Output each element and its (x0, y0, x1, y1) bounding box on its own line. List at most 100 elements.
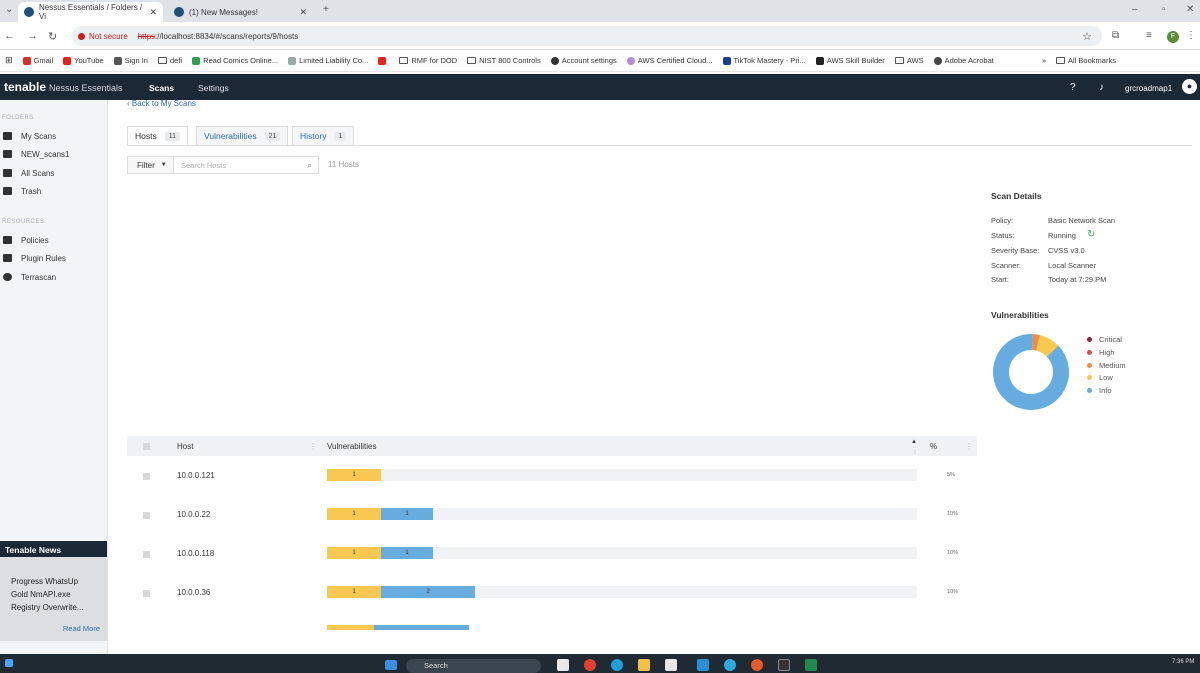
vulnerability-bar[interactable]: 12 (327, 586, 917, 598)
extensions-icon[interactable]: ⧉ (1112, 30, 1119, 41)
tenable-logo[interactable]: tenable Nessus Essentials (4, 80, 123, 94)
widgets-icon[interactable] (5, 659, 13, 667)
table-row-partial[interactable] (127, 618, 977, 630)
low-segment[interactable]: 1 (327, 586, 381, 598)
restore-icon[interactable]: ▫ (1162, 4, 1166, 15)
menu-icon[interactable]: ⋮ (1186, 30, 1196, 41)
vulnerability-bar[interactable]: 11 (327, 547, 917, 559)
column-header-percent[interactable]: % (930, 442, 937, 451)
host-ip[interactable]: 10.0.0.121 (177, 471, 215, 480)
app-icon[interactable] (751, 659, 763, 671)
windows-start-icon[interactable] (385, 660, 397, 670)
select-all-checkbox[interactable] (143, 443, 150, 450)
column-resize-handle[interactable]: ⋮ (965, 442, 973, 451)
vulnerability-bar[interactable]: 11 (327, 508, 917, 520)
taskview-icon[interactable] (557, 659, 569, 671)
bookmark-item[interactable]: Limited Liability Co... (288, 56, 368, 65)
all-bookmarks[interactable]: All Bookmarks (1056, 56, 1116, 65)
sidebar-item-plugin-rules[interactable]: Plugin Rules (0, 250, 108, 266)
low-segment[interactable]: 1 (327, 547, 381, 559)
sidebar-item-new-scans1[interactable]: NEW_scans1 (0, 146, 108, 162)
taskbar-search[interactable]: Search (406, 659, 541, 673)
reload-icon[interactable]: ↻ (48, 30, 57, 43)
sidebar-item-policies[interactable]: Policies (0, 232, 108, 248)
sidebar-item-terrascan[interactable]: Terrascan (0, 269, 108, 285)
tab-list-icon[interactable]: ⌄ (5, 4, 13, 15)
bookmark-item[interactable]: AWS (894, 56, 924, 65)
bookmark-item[interactable]: AWS Certified Cloud... (626, 56, 713, 65)
store-icon[interactable] (665, 659, 677, 671)
column-header-vulnerabilities[interactable]: Vulnerabilities (327, 442, 377, 451)
bookmark-item[interactable]: Account settings (550, 56, 617, 65)
bookmark-item[interactable]: TikTok Mastery - Pri... (722, 56, 806, 65)
sidebar-item-all-scans[interactable]: All Scans (0, 165, 108, 181)
vulnerability-bar[interactable]: 1 (327, 469, 917, 481)
profile-avatar[interactable]: F (1167, 31, 1179, 43)
column-header-host[interactable]: Host (177, 442, 193, 451)
bookmark-item[interactable]: YouTube (63, 56, 104, 65)
explorer-icon[interactable] (638, 659, 650, 671)
bookmark-item[interactable] (378, 56, 389, 65)
table-row[interactable]: 10.0.0.36 12 10% (127, 579, 977, 609)
user-avatar-icon[interactable]: ● (1182, 79, 1197, 94)
browser-tab-messages[interactable]: (1) New Messages! ✕ (168, 2, 313, 22)
bookmark-item[interactable]: RMF for DOD (399, 56, 457, 65)
table-row[interactable]: 10.0.0.121 1 5% (127, 462, 977, 492)
back-link[interactable]: ‹ Back to My Scans (127, 99, 196, 108)
edge-icon[interactable] (611, 659, 623, 671)
info-segment[interactable]: 1 (381, 508, 433, 520)
legend-medium[interactable]: Medium (1087, 361, 1126, 370)
minimize-icon[interactable]: – (1132, 4, 1138, 15)
sidebar-item-trash[interactable]: Trash (0, 183, 108, 199)
vscode-icon[interactable] (697, 659, 709, 671)
sort-asc-icon[interactable]: ▲ (911, 439, 917, 445)
back-icon[interactable]: ← (4, 30, 15, 42)
not-secure-badge[interactable]: Not secure (78, 32, 128, 41)
column-resize-handle[interactable]: ⋮ (309, 442, 317, 451)
bell-icon[interactable]: ♪ (1099, 82, 1104, 93)
close-icon[interactable]: ✕ (149, 7, 157, 18)
forward-icon[interactable]: → (27, 30, 38, 42)
bookmark-item[interactable]: Read Comics Online... (192, 56, 278, 65)
vulnerabilities-donut-chart[interactable] (992, 333, 1070, 411)
url-field[interactable]: Not secure https://localhost:8834/#/scan… (72, 26, 1102, 46)
table-row[interactable]: 10.0.0.22 11 10% (127, 501, 977, 531)
bookmark-item[interactable]: AWS Skill Builder (815, 56, 885, 65)
column-resize-handle[interactable]: ⋮ (911, 446, 919, 455)
bookmarks-overflow[interactable]: » (1042, 56, 1046, 65)
window-close-icon[interactable]: ✕ (1186, 4, 1194, 15)
low-segment[interactable]: 1 (327, 469, 381, 481)
bookmark-item[interactable]: Sign In (113, 56, 148, 65)
host-ip[interactable]: 10.0.0.36 (177, 588, 210, 597)
table-row[interactable]: 10.0.0.118 11 10% (127, 540, 977, 570)
close-icon[interactable]: ✕ (299, 7, 307, 18)
excel-icon[interactable] (805, 659, 817, 671)
apps-icon[interactable]: ⊞ (5, 55, 13, 66)
filter-button[interactable]: Filter ▼ (127, 156, 174, 174)
row-checkbox[interactable] (143, 473, 150, 480)
info-segment[interactable]: 2 (381, 586, 475, 598)
nav-settings[interactable]: Settings (198, 83, 229, 93)
host-ip[interactable]: 10.0.0.22 (177, 510, 210, 519)
new-tab-icon[interactable]: + (323, 4, 329, 15)
search-hosts-input[interactable]: Search Hosts ⌕ (173, 156, 319, 174)
legend-high[interactable]: High (1087, 348, 1114, 357)
row-checkbox[interactable] (143, 590, 150, 597)
tab-hosts[interactable]: Hosts 11 (127, 126, 189, 145)
info-segment[interactable]: 1 (381, 547, 433, 559)
bookmark-star-icon[interactable]: ☆ (1082, 30, 1092, 43)
legend-critical[interactable]: Critical (1087, 335, 1122, 344)
browser-tab-nessus[interactable]: Nessus Essentials / Folders / Vi ✕ (18, 2, 163, 22)
media-icon[interactable]: ≡ (1146, 30, 1152, 41)
tab-history[interactable]: History 1 (292, 126, 355, 145)
row-checkbox[interactable] (143, 551, 150, 558)
tab-vulnerabilities[interactable]: Vulnerabilities 21 (196, 126, 289, 145)
bookmark-item[interactable]: NIST 800 Controls (467, 56, 541, 65)
telegram-icon[interactable] (724, 659, 736, 671)
bookmark-item[interactable]: Adobe Acrobat (933, 56, 994, 65)
news-headline[interactable]: Progress WhatsUp Gold NmAPI.exe Registry… (0, 557, 107, 614)
low-segment[interactable]: 1 (327, 508, 381, 520)
row-checkbox[interactable] (143, 512, 150, 519)
bookmark-item[interactable]: Gmail (22, 56, 53, 65)
terminal-icon[interactable] (778, 659, 790, 671)
